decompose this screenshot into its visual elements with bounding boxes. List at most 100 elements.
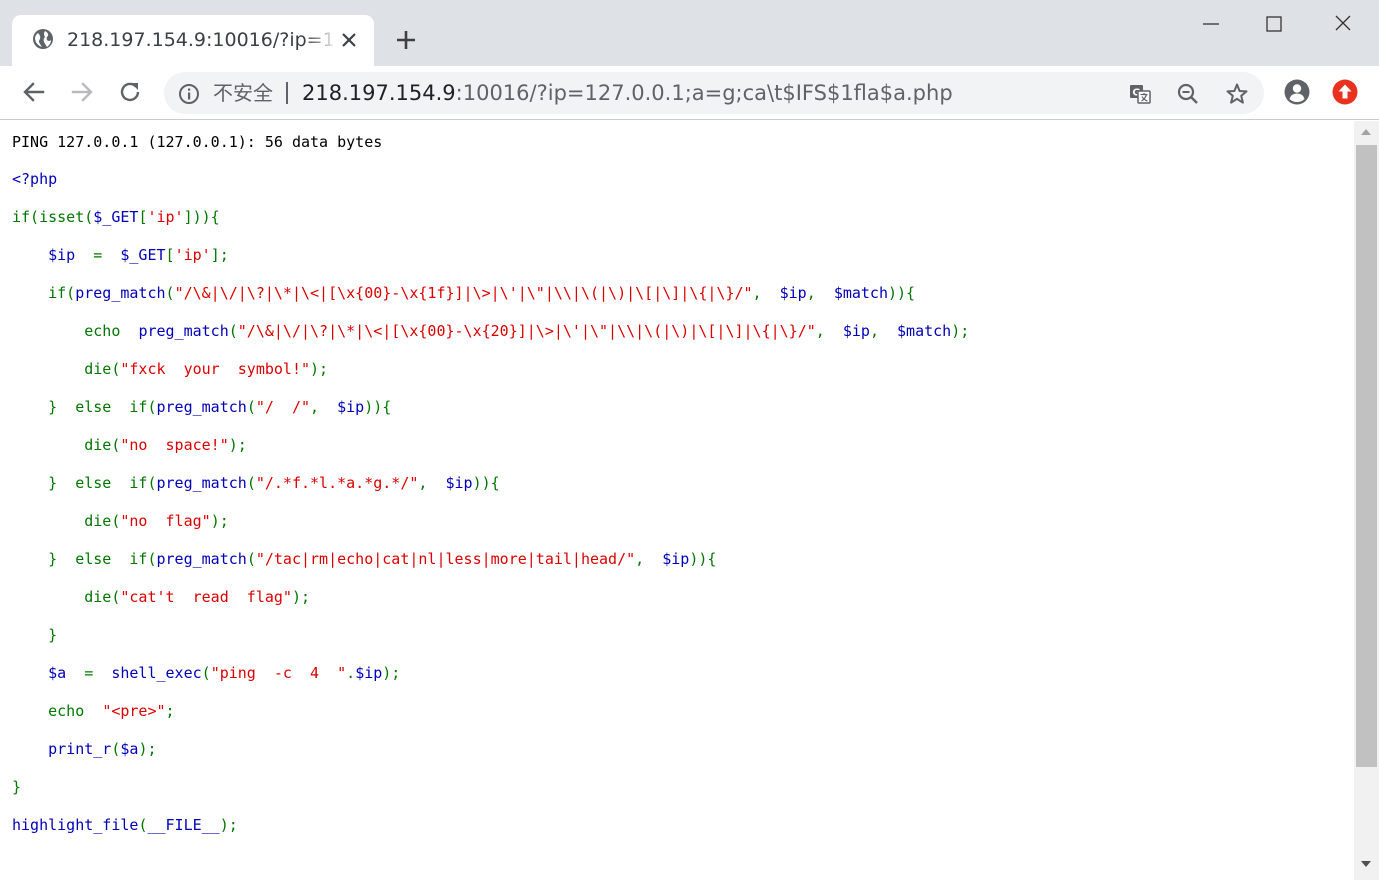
code-token: ); [382, 664, 401, 682]
code-line: <?php [12, 169, 969, 207]
code-token: "no space!" [120, 436, 229, 454]
code-token: "<pre>" [102, 702, 166, 720]
close-icon[interactable] [1328, 10, 1358, 38]
code-token: die( [12, 436, 121, 454]
code-line: $ip = $_GET['ip']; [12, 245, 969, 283]
code-token: 'ip' [147, 208, 184, 226]
code-token: echo [12, 322, 139, 340]
code-token: if(isset( [12, 208, 94, 226]
code-token: $ip [662, 550, 690, 568]
code-token: [ [165, 246, 175, 264]
account-icon[interactable] [1283, 78, 1311, 106]
code-token: preg_match [156, 550, 247, 568]
url-host: 218.197.154.9 [302, 81, 456, 105]
code-token: ); [219, 816, 238, 834]
code-token: = [84, 664, 112, 682]
code-token: $ip [842, 322, 870, 340]
code-token: highlight_file [12, 816, 139, 834]
code-line: die("cat't read flag"); [12, 587, 969, 625]
code-line: if(isset($_GET['ip'])){ [12, 207, 969, 245]
code-token: echo [12, 702, 103, 720]
code-token: $ip [445, 474, 473, 492]
code-token: "/.*f.*l.*a.*g.*/" [255, 474, 419, 492]
code-line: $a = shell_exec("ping -c 4 ".$ip); [12, 663, 969, 701]
code-token: . [346, 664, 356, 682]
code-line: die("no flag"); [12, 511, 969, 549]
code-token: $ip [337, 398, 365, 416]
globe-icon [33, 29, 53, 49]
code-token: ])){ [183, 208, 220, 226]
zoom-out-icon[interactable] [1176, 82, 1200, 106]
code-token: , [869, 322, 898, 340]
close-icon[interactable] [339, 30, 359, 50]
code-token: $a [12, 664, 85, 682]
url-text[interactable]: 218.197.154.9:10016/?ip=127.0.0.1;a=g;ca… [302, 81, 953, 105]
tab-strip: 218.197.154.9:10016/?ip=127.0.0.1;a=g;ca… [0, 0, 1379, 66]
ping-output: PING 127.0.0.1 (127.0.0.1): 56 data byte… [12, 133, 383, 151]
code-token: "/\&|\/|\?|\*|\<|[\x{00}-\x{20}]|\>|\'|\… [237, 322, 816, 340]
code-line: highlight_file(__FILE__); [12, 815, 969, 853]
code-token: )){ [472, 474, 500, 492]
code-token: , [310, 398, 338, 416]
code-token: shell_exec [111, 664, 202, 682]
code-token: <?php [12, 170, 58, 188]
arrow-right-icon[interactable] [68, 78, 96, 106]
code-token: preg_match [138, 322, 229, 340]
plus-icon[interactable] [393, 27, 419, 53]
code-token: $match [897, 322, 952, 340]
scrollbar-thumb[interactable] [1356, 145, 1377, 767]
code-token: "cat't read flag" [120, 588, 292, 606]
maximize-icon[interactable] [1259, 10, 1289, 38]
code-token: ( [201, 664, 211, 682]
code-token: )){ [364, 398, 392, 416]
arrow-left-icon[interactable] [20, 78, 48, 106]
code-token: ); [138, 740, 157, 758]
code-token: )){ [689, 550, 717, 568]
code-token: ); [228, 436, 247, 454]
code-token: preg_match [156, 474, 247, 492]
info-icon[interactable] [178, 83, 200, 105]
code-token: , [806, 284, 834, 302]
reload-icon[interactable] [116, 78, 144, 106]
code-token: "no flag" [120, 512, 211, 530]
code-token: $ip [355, 664, 383, 682]
code-token: , [418, 474, 446, 492]
address-separator [286, 82, 288, 104]
code-line: die("fxck your symbol!"); [12, 359, 969, 397]
code-token: "/ /" [255, 398, 311, 416]
code-token: ( [165, 284, 175, 302]
code-token: } [12, 626, 58, 644]
code-token: ); [951, 322, 970, 340]
browser-tab[interactable]: 218.197.154.9:10016/?ip=127.0.0.1;a=g;ca… [12, 15, 374, 66]
code-line: print_r($a); [12, 739, 969, 777]
scroll-down-arrow-icon[interactable] [1360, 859, 1372, 869]
minimize-icon[interactable] [1196, 10, 1226, 38]
code-token: die( [12, 588, 121, 606]
code-token: , [635, 550, 663, 568]
code-token: = [93, 246, 112, 264]
code-token: __FILE__ [147, 816, 220, 834]
code-token: die( [12, 360, 121, 378]
code-line: } [12, 625, 969, 663]
code-token: } [12, 778, 22, 796]
code-token: $_GET [93, 208, 139, 226]
star-icon[interactable] [1225, 82, 1249, 106]
code-token: ); [310, 360, 329, 378]
address-bar[interactable]: 不安全 218.197.154.9:10016/?ip=127.0.0.1;a=… [164, 72, 1264, 114]
code-line: echo "<pre>"; [12, 701, 969, 739]
code-token: } else if( [12, 550, 157, 568]
code-token: preg_match [75, 284, 166, 302]
code-token: ( [246, 398, 256, 416]
translate-icon[interactable]: G [1128, 82, 1152, 106]
code-token: if( [12, 284, 76, 302]
code-token: ; [165, 702, 175, 720]
vertical-scrollbar[interactable] [1354, 121, 1379, 880]
code-token: print_r [48, 740, 112, 758]
scroll-up-arrow-icon[interactable] [1360, 127, 1372, 137]
extension-upload-icon[interactable] [1331, 78, 1359, 106]
code-token: preg_match [156, 398, 247, 416]
security-label[interactable]: 不安全 [213, 81, 273, 105]
code-token: $a [120, 740, 139, 758]
code-token: )){ [888, 284, 916, 302]
